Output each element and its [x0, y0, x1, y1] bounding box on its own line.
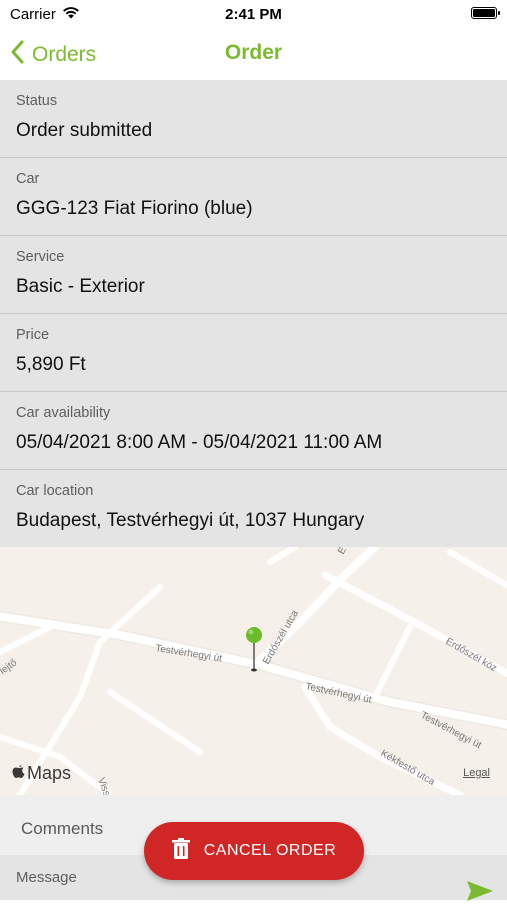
- status-row: Status Order submitted: [0, 80, 507, 158]
- apple-icon: [12, 763, 25, 784]
- comments-label: Comments: [21, 819, 104, 838]
- status-time: 2:41 PM: [225, 6, 282, 23]
- field-label: Car: [16, 171, 40, 187]
- field-value: GGG-123 Fiat Fiorino (blue): [16, 198, 253, 219]
- legal-link[interactable]: Legal: [463, 767, 490, 779]
- field-label: Service: [16, 249, 65, 265]
- field-value: Order submitted: [16, 120, 153, 141]
- street-label: Kékfestő utca: [379, 748, 437, 788]
- navigation-bar: Orders Order: [0, 28, 507, 80]
- car-row: Car GGG-123 Fiat Fiorino (blue): [0, 158, 507, 236]
- status-bar: Carrier 2:41 PM: [0, 0, 507, 28]
- street-label: s lejtő: [0, 657, 19, 681]
- field-value: 05/04/2021 8:00 AM - 05/04/2021 11:00 AM: [16, 432, 383, 453]
- trash-icon: [171, 837, 190, 865]
- map-streets: Testvérhegyi út Testvérhegyi út Testvérh…: [0, 547, 507, 795]
- location-row: Car location Budapest, Testvérhegyi út, …: [0, 470, 507, 548]
- maps-brand-label: Maps: [27, 763, 72, 783]
- street-label: E: [336, 547, 349, 557]
- field-label: Car location: [16, 483, 94, 499]
- field-label: Status: [16, 93, 58, 109]
- send-icon[interactable]: [467, 881, 493, 906]
- maps-logo: Maps: [12, 763, 71, 784]
- field-value: 5,890 Ft: [16, 354, 86, 375]
- field-label: Car availability: [16, 405, 111, 421]
- cancel-order-button[interactable]: CANCEL ORDER: [144, 822, 364, 880]
- location-map[interactable]: Testvérhegyi út Testvérhegyi út Testvérh…: [0, 547, 507, 795]
- battery-icon: [471, 7, 500, 19]
- field-label: Price: [16, 327, 50, 343]
- field-value: Basic - Exterior: [16, 276, 145, 297]
- cancel-order-label: CANCEL ORDER: [203, 842, 337, 859]
- order-details: Status Order submitted Car GGG-123 Fiat …: [0, 80, 507, 548]
- street-label: Erdőszél utca: [261, 608, 301, 666]
- street-label: Erdőszél köz: [444, 636, 499, 674]
- service-row: Service Basic - Exterior: [0, 236, 507, 314]
- page-title: Order: [224, 41, 283, 64]
- message-label: Message: [16, 869, 77, 886]
- price-row: Price 5,890 Ft: [0, 314, 507, 392]
- availability-row: Car availability 05/04/2021 8:00 AM - 05…: [0, 392, 507, 470]
- street-label: Viss: [95, 776, 112, 795]
- field-value: Budapest, Testvérhegyi út, 1037 Hungary: [16, 510, 365, 531]
